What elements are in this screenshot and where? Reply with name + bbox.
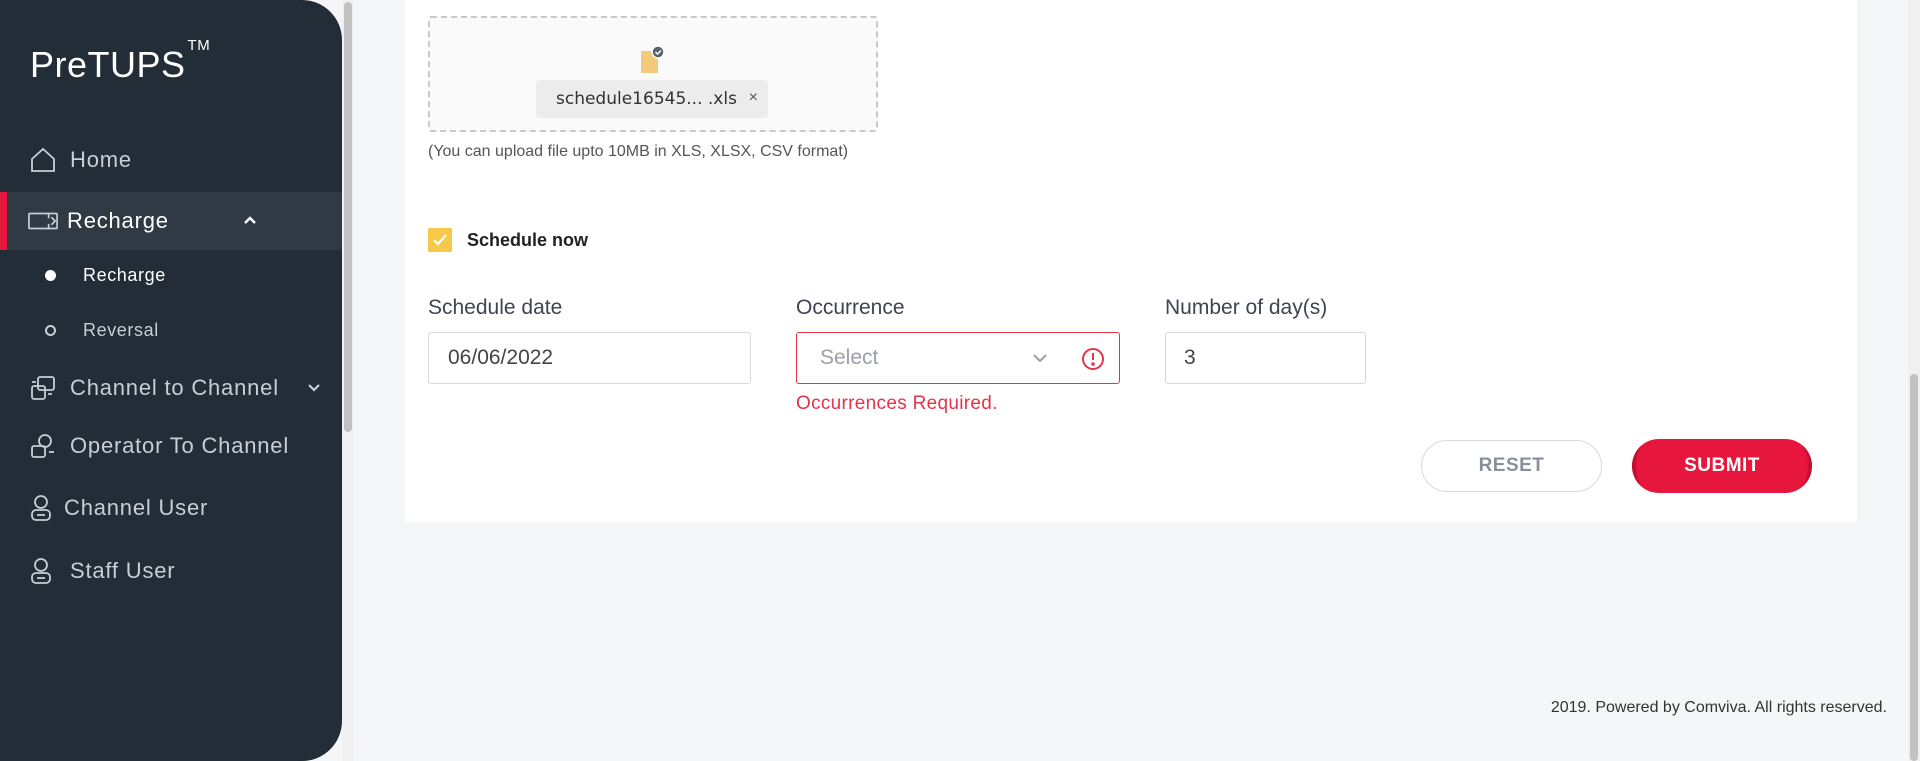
scrollbar-thumb[interactable] [1910, 374, 1918, 761]
sidebar-item-label: Operator To Channel [70, 433, 290, 458]
uploaded-file-chip: schedule16545... .xls × [536, 80, 768, 118]
occurrence-placeholder: Select [820, 346, 879, 369]
sidebar-item-label: Recharge [67, 208, 169, 233]
chevron-down-icon[interactable] [304, 377, 324, 397]
sidebar-subitem-label: Recharge [83, 264, 166, 285]
brand-logo: PreTUPS TM [30, 37, 211, 85]
inactive-dot-icon [45, 324, 56, 336]
chevron-down-icon [1029, 347, 1051, 369]
sidebar-item-label: Channel to Channel [70, 375, 279, 400]
footer-text: 2019. Powered by Comviva. All rights res… [1550, 699, 1887, 716]
sidebar-item-channel-to-channel[interactable]: Channel to Channel [0, 359, 342, 417]
scrollbar-thumb[interactable] [344, 2, 352, 432]
sidebar-item-label: Home [70, 147, 132, 172]
page-scrollbar[interactable] [1908, 0, 1920, 761]
occurrence-select[interactable]: Select [796, 332, 1120, 384]
sidebar-item-operator-to-channel[interactable]: Operator To Channel [0, 417, 342, 475]
sidebar-item-staff-user[interactable]: Staff User [0, 542, 342, 600]
reset-button[interactable]: RESET [1421, 440, 1602, 492]
submit-button[interactable]: SUBMIT [1632, 439, 1812, 493]
sidebar-subitem-label: Reversal [83, 319, 159, 340]
active-dot-icon [45, 269, 56, 281]
sidebar-item-home[interactable]: Home [0, 131, 342, 189]
file-uploaded-icon [638, 45, 668, 75]
file-dropzone[interactable]: schedule16545... .xls × [428, 16, 878, 132]
schedule-date-label: Schedule date [428, 296, 563, 319]
sidebar-item-label: Staff User [70, 558, 176, 583]
file-name: schedule16545... .xls [556, 89, 737, 109]
occurrence-error: Occurrences Required. [796, 393, 998, 414]
operator-channel-icon [28, 431, 58, 461]
days-value: 3 [1184, 346, 1196, 369]
active-indicator [0, 192, 7, 250]
channel-transfer-icon [28, 373, 58, 403]
upload-hint: (You can upload file upto 10MB in XLS, X… [428, 143, 849, 160]
user-icon [26, 556, 56, 586]
days-input[interactable]: 3 [1165, 332, 1366, 384]
sidebar-item-label: Channel User [64, 495, 209, 520]
user-icon [26, 493, 56, 523]
sidebar-subitem-recharge[interactable]: Recharge [0, 250, 342, 300]
schedule-now-checkbox[interactable] [428, 228, 452, 252]
schedule-date-field[interactable]: 06/06/2022 [428, 332, 751, 384]
sidebar-subitem-reversal[interactable]: Reversal [0, 305, 342, 355]
ticket-icon [28, 206, 58, 236]
schedule-date-value: 06/06/2022 [448, 346, 554, 369]
days-label: Number of day(s) [1165, 296, 1328, 319]
remove-file-icon[interactable]: × [749, 89, 758, 107]
occurrence-label: Occurrence [796, 296, 905, 319]
sidebar-scrollbar[interactable] [342, 0, 354, 761]
sidebar: PreTUPS TM Home Recharge Recharge Reversa… [0, 0, 342, 761]
chevron-up-icon[interactable] [240, 210, 260, 230]
sidebar-item-channel-user[interactable]: Channel User [0, 479, 342, 537]
sidebar-item-recharge[interactable]: Recharge [0, 192, 342, 250]
error-icon [1081, 347, 1105, 371]
home-icon [28, 145, 58, 175]
check-icon [433, 234, 447, 246]
schedule-now-label: Schedule now [467, 230, 589, 250]
